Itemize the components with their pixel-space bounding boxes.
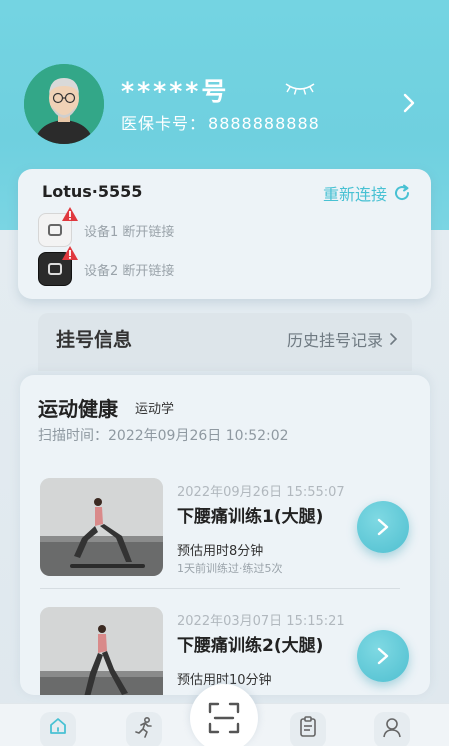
tab-home[interactable]	[40, 712, 76, 746]
warning-icon	[62, 246, 78, 260]
reconnect-label: 重新连接	[322, 185, 387, 204]
masked-name: *****号	[121, 77, 230, 106]
device-card: Lotus·5555 重新连接 设备1 断开链接 设备2 断开链接	[18, 169, 431, 299]
device-icon	[38, 207, 78, 247]
scan-button[interactable]	[190, 684, 258, 746]
exercise-date: 2022年03月07日 15:15:21	[177, 614, 345, 629]
exercise-name: 下腰痛训练2(大腿)	[177, 636, 324, 656]
device-status-label: 设备1 断开链接	[84, 224, 175, 240]
avatar[interactable]	[24, 64, 104, 144]
exercise-start-button[interactable]	[357, 501, 409, 553]
warning-icon	[62, 207, 78, 221]
scan-time: 扫描时间：2022年09月26日 10:52:02	[38, 428, 289, 444]
tab-profile[interactable]	[374, 712, 410, 746]
exercise-item[interactable]: 2022年03月07日 15:15:21 下腰痛训练2(大腿) 预估用时10分钟	[40, 607, 415, 695]
exercise-date: 2022年09月26日 15:55:07	[177, 485, 345, 500]
exercise-estimate: 预估用时8分钟	[177, 544, 264, 559]
divider	[40, 588, 400, 589]
sport-health-card: 运动健康 运动学 扫描时间：2022年09月26日 10:52:02 2022年…	[20, 375, 430, 695]
tab-records[interactable]	[290, 712, 326, 746]
chevron-right-icon	[377, 647, 389, 665]
eye-closed-icon[interactable]	[282, 78, 318, 100]
exercise-history: 1天前训练过·练过5次	[177, 562, 283, 575]
exercise-name: 下腰痛训练1(大腿)	[177, 507, 324, 527]
registration-history-link[interactable]: 历史挂号记录	[287, 327, 398, 351]
tab-exercise[interactable]	[126, 712, 162, 746]
device-row[interactable]: 设备2 断开链接	[38, 246, 175, 286]
exercise-item[interactable]: 2022年09月26日 15:55:07 下腰痛训练1(大腿) 预估用时8分钟 …	[40, 478, 415, 578]
chevron-right-icon	[377, 518, 389, 536]
device-icon	[38, 246, 78, 286]
avatar-image	[24, 64, 104, 144]
sport-subtitle: 运动学	[135, 402, 175, 417]
clipboard-icon	[300, 716, 316, 737]
exercise-start-button[interactable]	[357, 630, 409, 682]
insurance-card-value: 8888888888	[208, 114, 320, 133]
device-group-title: Lotus·5555	[42, 182, 143, 201]
registration-title: 挂号信息	[56, 329, 133, 351]
registration-history-label: 历史挂号记录	[286, 331, 383, 350]
device-status-label: 设备2 断开链接	[84, 263, 175, 279]
device-row[interactable]: 设备1 断开链接	[38, 207, 175, 247]
home-icon	[50, 718, 66, 734]
insurance-card-label: 医保卡号：	[121, 114, 207, 133]
chevron-right-icon[interactable]	[402, 92, 416, 118]
exercise-thumbnail	[40, 478, 163, 576]
user-icon	[383, 718, 401, 738]
refresh-icon	[395, 184, 410, 201]
reconnect-button[interactable]: 重新连接	[323, 181, 411, 205]
chevron-right-icon	[390, 333, 398, 345]
exercise-thumbnail	[40, 607, 163, 695]
insurance-card-number: 医保卡号： 8888888888	[119, 110, 320, 134]
scan-icon	[208, 702, 240, 734]
registration-card[interactable]: 挂号信息 历史挂号记录	[38, 313, 412, 371]
run-icon	[135, 716, 152, 738]
sport-title: 运动健康	[38, 397, 118, 421]
